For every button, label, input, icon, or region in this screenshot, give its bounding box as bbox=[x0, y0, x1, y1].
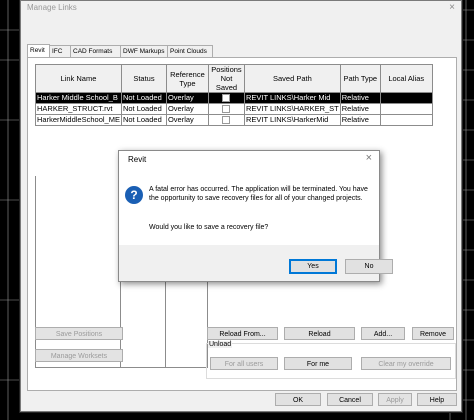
reload-button[interactable]: Reload bbox=[284, 327, 355, 340]
cell-reference-type[interactable]: Overlay bbox=[165, 92, 209, 104]
positions-not-saved-checkbox[interactable] bbox=[222, 105, 231, 114]
add-button[interactable]: Add... bbox=[361, 327, 405, 340]
cell-reference-type[interactable]: Overlay bbox=[165, 103, 209, 115]
cell-positions-not-saved bbox=[207, 103, 245, 115]
table-row[interactable]: HARKER_STRUCT.rvt Not Loaded Overlay REV… bbox=[35, 103, 433, 115]
tab-ifc[interactable]: IFC bbox=[49, 45, 71, 57]
recovery-dialog: Revit × ? A fatal error has occurred. Th… bbox=[118, 150, 393, 282]
column-header-reference-type[interactable]: Reference Type bbox=[165, 64, 209, 93]
table-row[interactable]: HarkerMiddleSchool_ME Not Loaded Overlay… bbox=[35, 114, 433, 126]
cell-link-name: Harker Middle School_B bbox=[35, 92, 122, 104]
column-header-saved-path[interactable]: Saved Path bbox=[243, 64, 341, 93]
cell-path-type[interactable]: Relative bbox=[339, 114, 381, 126]
save-positions-button[interactable]: Save Positions bbox=[35, 327, 123, 340]
yes-button[interactable]: Yes bbox=[289, 259, 337, 274]
cancel-button[interactable]: Cancel bbox=[327, 393, 373, 406]
cell-status: Not Loaded bbox=[120, 103, 167, 115]
cell-link-name: HARKER_STRUCT.rvt bbox=[35, 103, 122, 115]
cell-local-alias bbox=[379, 114, 433, 126]
cell-reference-type[interactable]: Overlay bbox=[165, 114, 209, 126]
dialog-title: Manage Links bbox=[27, 3, 77, 12]
close-icon[interactable]: × bbox=[366, 152, 372, 164]
tab-dwf-markups[interactable]: DWF Markups bbox=[120, 45, 170, 57]
unload-label: Unload bbox=[208, 341, 233, 348]
unload-for-all-users-button[interactable]: For all users bbox=[210, 357, 278, 370]
cell-local-alias bbox=[379, 103, 433, 115]
cell-status: Not Loaded bbox=[120, 92, 167, 104]
table-row[interactable]: Harker Middle School_B Not Loaded Overla… bbox=[35, 92, 433, 104]
positions-not-saved-checkbox[interactable] bbox=[222, 94, 231, 103]
column-header-path-type[interactable]: Path Type bbox=[339, 64, 381, 93]
tab-point-clouds[interactable]: Point Clouds bbox=[167, 45, 213, 57]
cell-path-type[interactable]: Relative bbox=[339, 103, 381, 115]
cell-positions-not-saved bbox=[207, 92, 245, 104]
positions-not-saved-checkbox[interactable] bbox=[222, 116, 231, 125]
no-button[interactable]: No bbox=[345, 259, 393, 274]
ok-button[interactable]: OK bbox=[275, 393, 321, 406]
recovery-dialog-content: Revit × ? A fatal error has occurred. Th… bbox=[119, 151, 379, 245]
tab-revit[interactable]: Revit bbox=[27, 44, 50, 58]
cell-path-type[interactable]: Relative bbox=[339, 92, 381, 104]
table-header-row: Link Name Status Reference Type Position… bbox=[35, 64, 433, 93]
close-icon[interactable]: × bbox=[449, 2, 455, 13]
cell-local-alias bbox=[379, 92, 433, 104]
reload-from-button[interactable]: Reload From... bbox=[207, 327, 278, 340]
column-header-positions-not-saved[interactable]: Positions Not Saved bbox=[207, 64, 245, 93]
column-header-local-alias[interactable]: Local Alias bbox=[379, 64, 433, 93]
cell-link-name: HarkerMiddleSchool_ME bbox=[35, 114, 122, 126]
cell-status: Not Loaded bbox=[120, 114, 167, 126]
tab-cad-formats[interactable]: CAD Formats bbox=[70, 45, 123, 57]
recovery-question: Would you like to save a recovery file? bbox=[149, 224, 269, 231]
links-table[interactable]: Link Name Status Reference Type Position… bbox=[35, 64, 433, 126]
help-button[interactable]: Help bbox=[417, 393, 457, 406]
manage-worksets-button[interactable]: Manage Worksets bbox=[35, 349, 123, 362]
column-header-link-name[interactable]: Link Name bbox=[35, 64, 122, 93]
cell-saved-path: REVIT LINKS\HarkerMid bbox=[243, 114, 341, 126]
clear-my-override-button[interactable]: Clear my override bbox=[361, 357, 451, 370]
cell-saved-path: REVIT LINKS\HARKER_ST bbox=[243, 103, 341, 115]
cell-saved-path: REVIT LINKS\Harker Mid bbox=[243, 92, 341, 104]
remove-button[interactable]: Remove bbox=[412, 327, 454, 340]
recovery-dialog-title: Revit bbox=[128, 155, 147, 164]
apply-button[interactable]: Apply bbox=[378, 393, 412, 406]
unload-for-me-button[interactable]: For me bbox=[284, 357, 352, 370]
question-icon: ? bbox=[125, 186, 143, 204]
column-header-status[interactable]: Status bbox=[120, 64, 167, 93]
cell-positions-not-saved bbox=[207, 114, 245, 126]
error-message: A fatal error has occurred. The applicat… bbox=[149, 186, 368, 202]
